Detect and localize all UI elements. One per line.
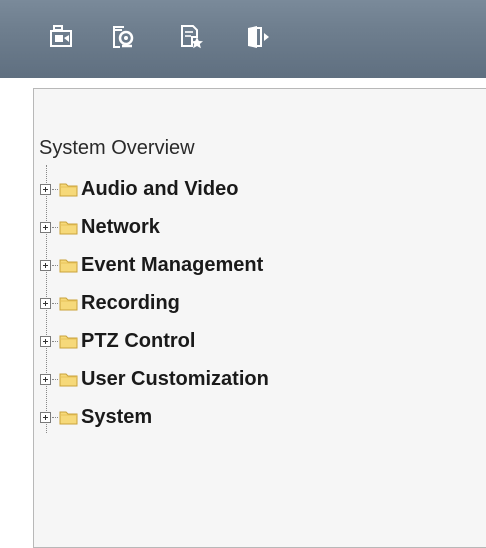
playback-button[interactable]	[108, 20, 138, 54]
expand-icon[interactable]	[40, 411, 51, 423]
toolbar-separator	[0, 78, 486, 88]
folder-icon	[59, 297, 78, 311]
tree-item-label: System	[81, 405, 153, 428]
camera-monitor-icon	[50, 25, 72, 47]
tree-item-network[interactable]: Network	[40, 214, 160, 240]
live-view-button[interactable]	[46, 20, 76, 54]
tree-item-label: Recording	[81, 291, 180, 314]
search-recording-icon	[113, 26, 134, 48]
expand-icon[interactable]	[40, 297, 51, 309]
folder-icon	[59, 259, 78, 273]
top-toolbar	[0, 0, 486, 78]
tree-item-event-management[interactable]: Event Management	[40, 252, 263, 278]
exit-door-icon	[248, 26, 269, 48]
expand-icon[interactable]	[40, 183, 51, 195]
expand-icon[interactable]	[40, 221, 51, 233]
tree-item-label: Audio and Video	[81, 177, 239, 200]
folder-icon	[59, 373, 78, 387]
expand-icon[interactable]	[40, 335, 51, 347]
tree-item-label: Network	[81, 215, 160, 238]
folder-icon	[59, 335, 78, 349]
folder-icon	[59, 411, 78, 425]
document-star-icon	[181, 25, 203, 49]
tree-item-recording[interactable]: Recording	[40, 290, 180, 316]
expand-icon[interactable]	[40, 259, 51, 271]
folder-icon	[59, 221, 78, 235]
tree-item-user-customization[interactable]: User Customization	[40, 366, 269, 392]
expand-icon[interactable]	[40, 373, 51, 385]
system-overview-link[interactable]: System Overview	[39, 137, 195, 160]
tree-item-audio-and-video[interactable]: Audio and Video	[40, 176, 238, 202]
tree-item-label: User Customization	[81, 367, 269, 390]
logout-button[interactable]	[243, 20, 273, 54]
settings-button[interactable]	[176, 20, 206, 54]
navigation-panel: System Overview Audio and Video Network …	[33, 88, 486, 548]
tree-item-label: PTZ Control	[81, 329, 196, 352]
folder-icon	[59, 183, 78, 197]
tree-item-ptz-control[interactable]: PTZ Control	[40, 328, 195, 354]
tree-item-label: Event Management	[81, 253, 264, 276]
tree-item-system[interactable]: System	[40, 404, 152, 430]
